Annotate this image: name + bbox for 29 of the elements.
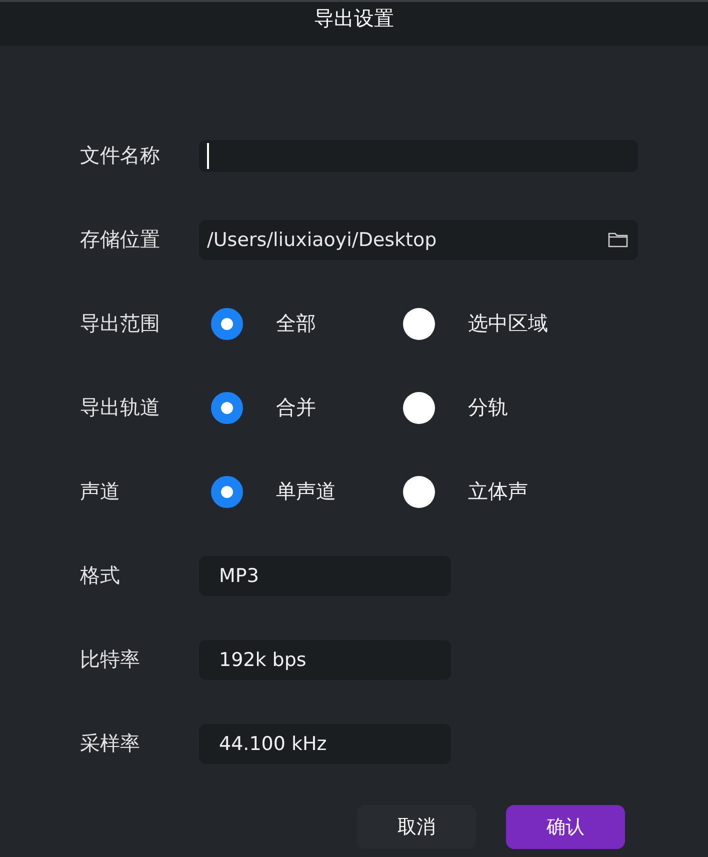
input-field[interactable] [199, 140, 638, 172]
radio-button[interactable] [211, 392, 243, 424]
radio-button[interactable] [211, 476, 243, 508]
radio-label[interactable]: 选中区域 [468, 310, 548, 337]
option-label: 导出轨道 [80, 394, 161, 421]
radio-label[interactable]: 单声道 [276, 478, 336, 505]
radio-label[interactable]: 分轨 [468, 394, 508, 421]
radio-label[interactable]: 全部 [276, 310, 316, 337]
radio-label[interactable]: 合并 [276, 394, 316, 421]
radio-button[interactable] [403, 392, 435, 424]
field-label: 文件名称 [80, 142, 161, 169]
field-label: 存储位置 [80, 226, 161, 253]
field-label: 格式 [80, 562, 121, 589]
window-title: 导出设置 [314, 5, 394, 32]
radio-button[interactable] [403, 308, 435, 340]
select-field[interactable]: 44.100 kHz [199, 724, 451, 764]
field-label: 比特率 [80, 646, 141, 673]
path-field[interactable]: /Users/liuxiaoyi/Desktop [199, 220, 638, 260]
confirm-button[interactable]: 确认 [506, 805, 625, 849]
select-field[interactable]: MP3 [199, 556, 451, 596]
radio-button[interactable] [211, 308, 243, 340]
radio-label[interactable]: 立体声 [468, 478, 528, 505]
option-label: 导出范围 [80, 310, 161, 337]
folder-icon[interactable] [608, 231, 628, 248]
cancel-button[interactable]: 取消 [357, 805, 476, 849]
select-field[interactable]: 192k bps [199, 640, 451, 680]
field-label: 采样率 [80, 730, 141, 757]
option-label: 声道 [80, 478, 121, 505]
radio-button[interactable] [403, 476, 435, 508]
